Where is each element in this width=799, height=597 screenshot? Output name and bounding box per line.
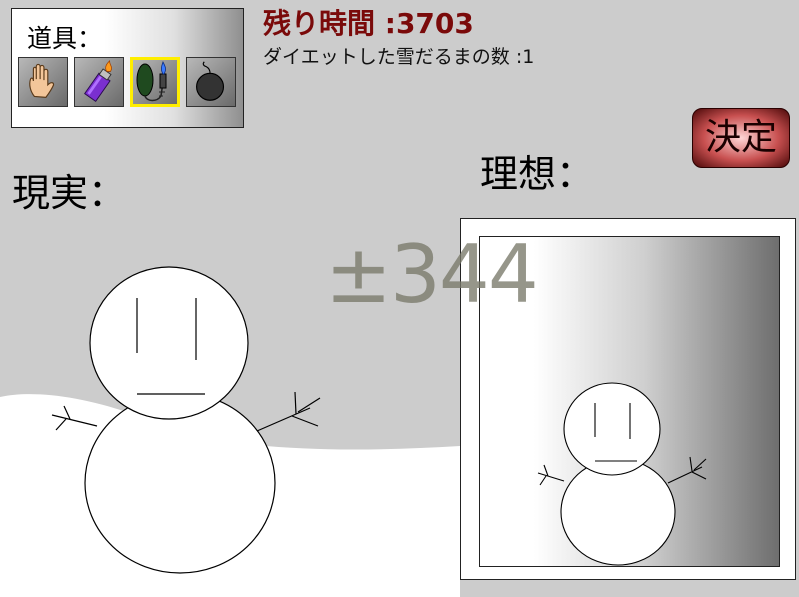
snowman-left-arm: [51, 405, 98, 431]
tool-bomb[interactable]: [186, 57, 236, 107]
tool-hand[interactable]: [18, 57, 68, 107]
bomb-icon: [196, 61, 225, 101]
decide-button[interactable]: 決定: [692, 108, 790, 168]
hand-icon: [29, 63, 55, 98]
snowman-head: [89, 266, 249, 420]
reality-label: 現実：: [12, 171, 127, 215]
difference-value-label: ±344: [325, 228, 539, 321]
tool-panel-title: 道具：: [27, 24, 103, 53]
tool-panel: 道具：: [11, 8, 244, 128]
ideal-snowman-right-arm: [667, 456, 707, 484]
ideal-label: 理想：: [480, 152, 595, 196]
remaining-time-label: 残り時間 :3703: [263, 7, 474, 40]
dieted-snowman-count-label: ダイエットした雪だるまの数 :1: [263, 46, 535, 68]
snowman-right-arm: [256, 391, 321, 432]
tool-lighter[interactable]: [74, 57, 124, 107]
ideal-snowman-left-arm: [537, 464, 565, 486]
gas-burner-icon: [136, 60, 167, 102]
lighter-icon: [84, 59, 112, 102]
tool-burner[interactable]: [130, 57, 180, 107]
snowman-body: [84, 392, 276, 574]
